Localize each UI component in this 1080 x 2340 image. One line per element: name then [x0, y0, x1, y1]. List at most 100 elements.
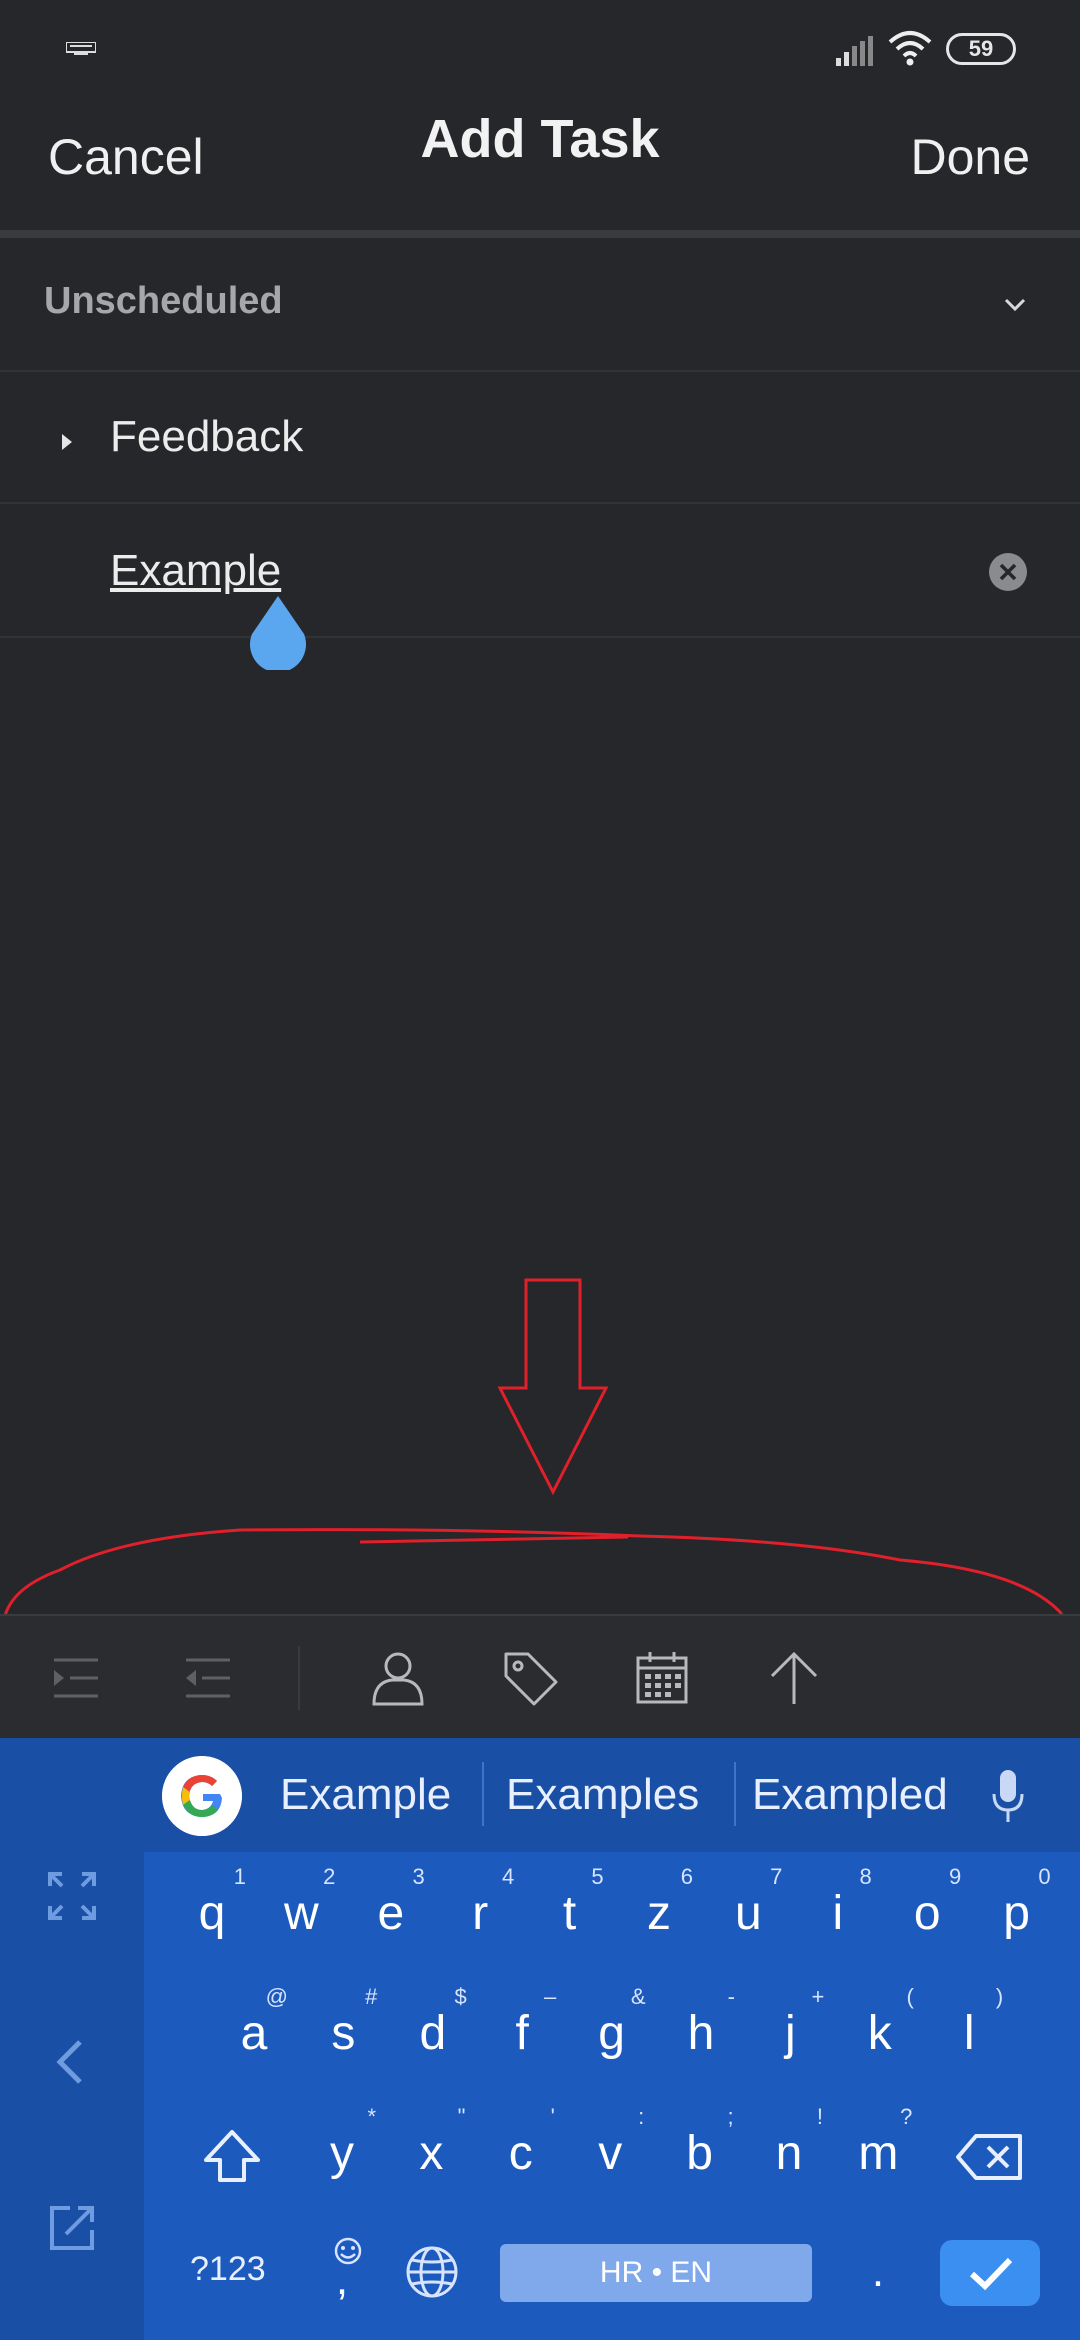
outdent-icon[interactable] — [176, 1646, 240, 1710]
key-label: m — [858, 2127, 899, 2180]
microphone-icon[interactable] — [990, 1768, 1026, 1824]
key-z[interactable]: z6 — [619, 1866, 699, 1954]
battery-icon: 59 — [946, 33, 1016, 65]
key-t[interactable]: t5 — [530, 1866, 610, 1954]
key-hint: : — [638, 2104, 645, 2129]
parent-task-row[interactable]: Feedback — [0, 372, 1080, 504]
new-task-row[interactable]: Example — [0, 504, 1080, 638]
key-label: a — [240, 2007, 268, 2060]
suggestion-2[interactable]: Examples — [506, 1770, 699, 1820]
expand-arrow-icon[interactable] — [56, 430, 76, 454]
key-label: q — [198, 1887, 226, 1940]
float-keyboard-icon[interactable] — [44, 2200, 100, 2256]
move-up-icon[interactable] — [762, 1646, 826, 1710]
header-divider — [0, 230, 1080, 238]
enter-button[interactable] — [940, 2240, 1040, 2306]
key-h[interactable]: h- — [661, 1986, 741, 2074]
signal-icon — [836, 36, 873, 66]
key-f[interactable]: f – — [482, 1986, 562, 2074]
key-a[interactable]: a @ — [214, 1986, 294, 2074]
key-s[interactable]: s # — [303, 1986, 383, 2074]
key-label: k — [867, 2007, 892, 2060]
key-label: d — [419, 2007, 447, 2060]
key-x[interactable]: x " — [391, 2106, 471, 2194]
key-q[interactable]: q1 — [172, 1866, 252, 1954]
key-label: i — [832, 1887, 844, 1940]
clear-text-icon[interactable] — [988, 552, 1028, 592]
key-label: f — [515, 2007, 529, 2060]
globe-icon[interactable] — [404, 2244, 460, 2300]
key-b[interactable]: b; — [660, 2106, 740, 2194]
chevron-left-icon[interactable] — [44, 2034, 100, 2090]
key-c[interactable]: c ' — [481, 2106, 561, 2194]
key-label: w — [284, 1887, 319, 1940]
key-hint: 7 — [770, 1864, 783, 1889]
suggestion-1[interactable]: Example — [280, 1770, 451, 1820]
key-e[interactable]: e3 — [351, 1866, 431, 1954]
battery-level: 59 — [968, 36, 994, 61]
backspace-icon[interactable] — [956, 2132, 1024, 2182]
key-hint: 6 — [680, 1864, 693, 1889]
assign-person-icon[interactable] — [366, 1646, 430, 1710]
key-l[interactable]: l) — [929, 1986, 1009, 2074]
key-hint: ( — [906, 1984, 914, 2009]
key-v[interactable]: v: — [570, 2106, 650, 2194]
calendar-icon[interactable] — [630, 1646, 694, 1710]
key-m[interactable]: m? — [838, 2106, 918, 2194]
key-hint: + — [811, 1984, 825, 2009]
key-r[interactable]: r4 — [440, 1866, 520, 1954]
schedule-selector[interactable]: Unscheduled — [0, 240, 1080, 372]
key-d[interactable]: d $ — [393, 1986, 473, 2074]
task-toolbar — [0, 1614, 1080, 1738]
key-hint: # — [365, 1984, 378, 2009]
emoji-icon[interactable] — [332, 2236, 364, 2266]
key-label: s — [331, 2007, 356, 2060]
key-hint: ; — [727, 2104, 734, 2129]
key-hint: ? — [900, 2104, 913, 2129]
key-hint: $ — [454, 1984, 467, 2009]
key-label: b — [686, 2127, 713, 2180]
key-hint: 3 — [412, 1864, 425, 1889]
key-hint: & — [630, 1984, 646, 2009]
key-p[interactable]: p0 — [977, 1866, 1057, 1954]
key-u[interactable]: u7 — [708, 1866, 788, 1954]
expand-keyboard-icon[interactable] — [44, 1868, 100, 1924]
suggestion-3[interactable]: Exampled — [752, 1770, 948, 1820]
key-label: j — [785, 2007, 796, 2060]
key-label: u — [735, 1887, 762, 1940]
space-bar[interactable]: HR • EN — [500, 2244, 812, 2302]
key-label: t — [562, 1887, 577, 1940]
key-y[interactable]: y * — [302, 2106, 382, 2194]
key-label: n — [775, 2127, 803, 2180]
indent-icon[interactable] — [44, 1646, 108, 1710]
task-title-input[interactable]: Example — [110, 546, 281, 596]
key-hint: @ — [265, 1984, 288, 2009]
status-bar: 59 — [0, 0, 1080, 100]
annotation-arrow-icon — [497, 1278, 609, 1496]
key-o[interactable]: o9 — [887, 1866, 967, 1954]
period-key[interactable]: . — [838, 2232, 918, 2312]
shift-icon[interactable] — [200, 2126, 264, 2186]
key-hint: 1 — [233, 1864, 246, 1889]
key-label: x — [419, 2127, 444, 2180]
key-i[interactable]: i8 — [798, 1866, 878, 1954]
symbols-key[interactable]: ?123 — [190, 2250, 266, 2289]
app-header: Cancel Add Task Done — [0, 100, 1080, 230]
google-logo-icon[interactable] — [162, 1756, 242, 1836]
key-g[interactable]: g & — [572, 1986, 652, 2074]
key-w[interactable]: w2 — [261, 1866, 341, 1954]
key-k[interactable]: k( — [840, 1986, 920, 2074]
tag-icon[interactable] — [498, 1646, 562, 1710]
key-label: v — [598, 2127, 623, 2180]
key-label: g — [598, 2007, 625, 2060]
key-label: l — [963, 2007, 975, 2060]
period-label: . — [871, 2247, 885, 2296]
done-button[interactable]: Done — [910, 128, 1030, 186]
key-n[interactable]: n! — [749, 2106, 829, 2194]
key-hint: ' — [550, 2104, 555, 2129]
chevron-down-icon[interactable] — [998, 290, 1032, 320]
keyboard-indicator-icon — [66, 42, 96, 55]
text-cursor-handle[interactable] — [246, 594, 310, 670]
key-j[interactable]: j + — [750, 1986, 830, 2074]
checkmark-icon — [969, 2257, 1013, 2291]
